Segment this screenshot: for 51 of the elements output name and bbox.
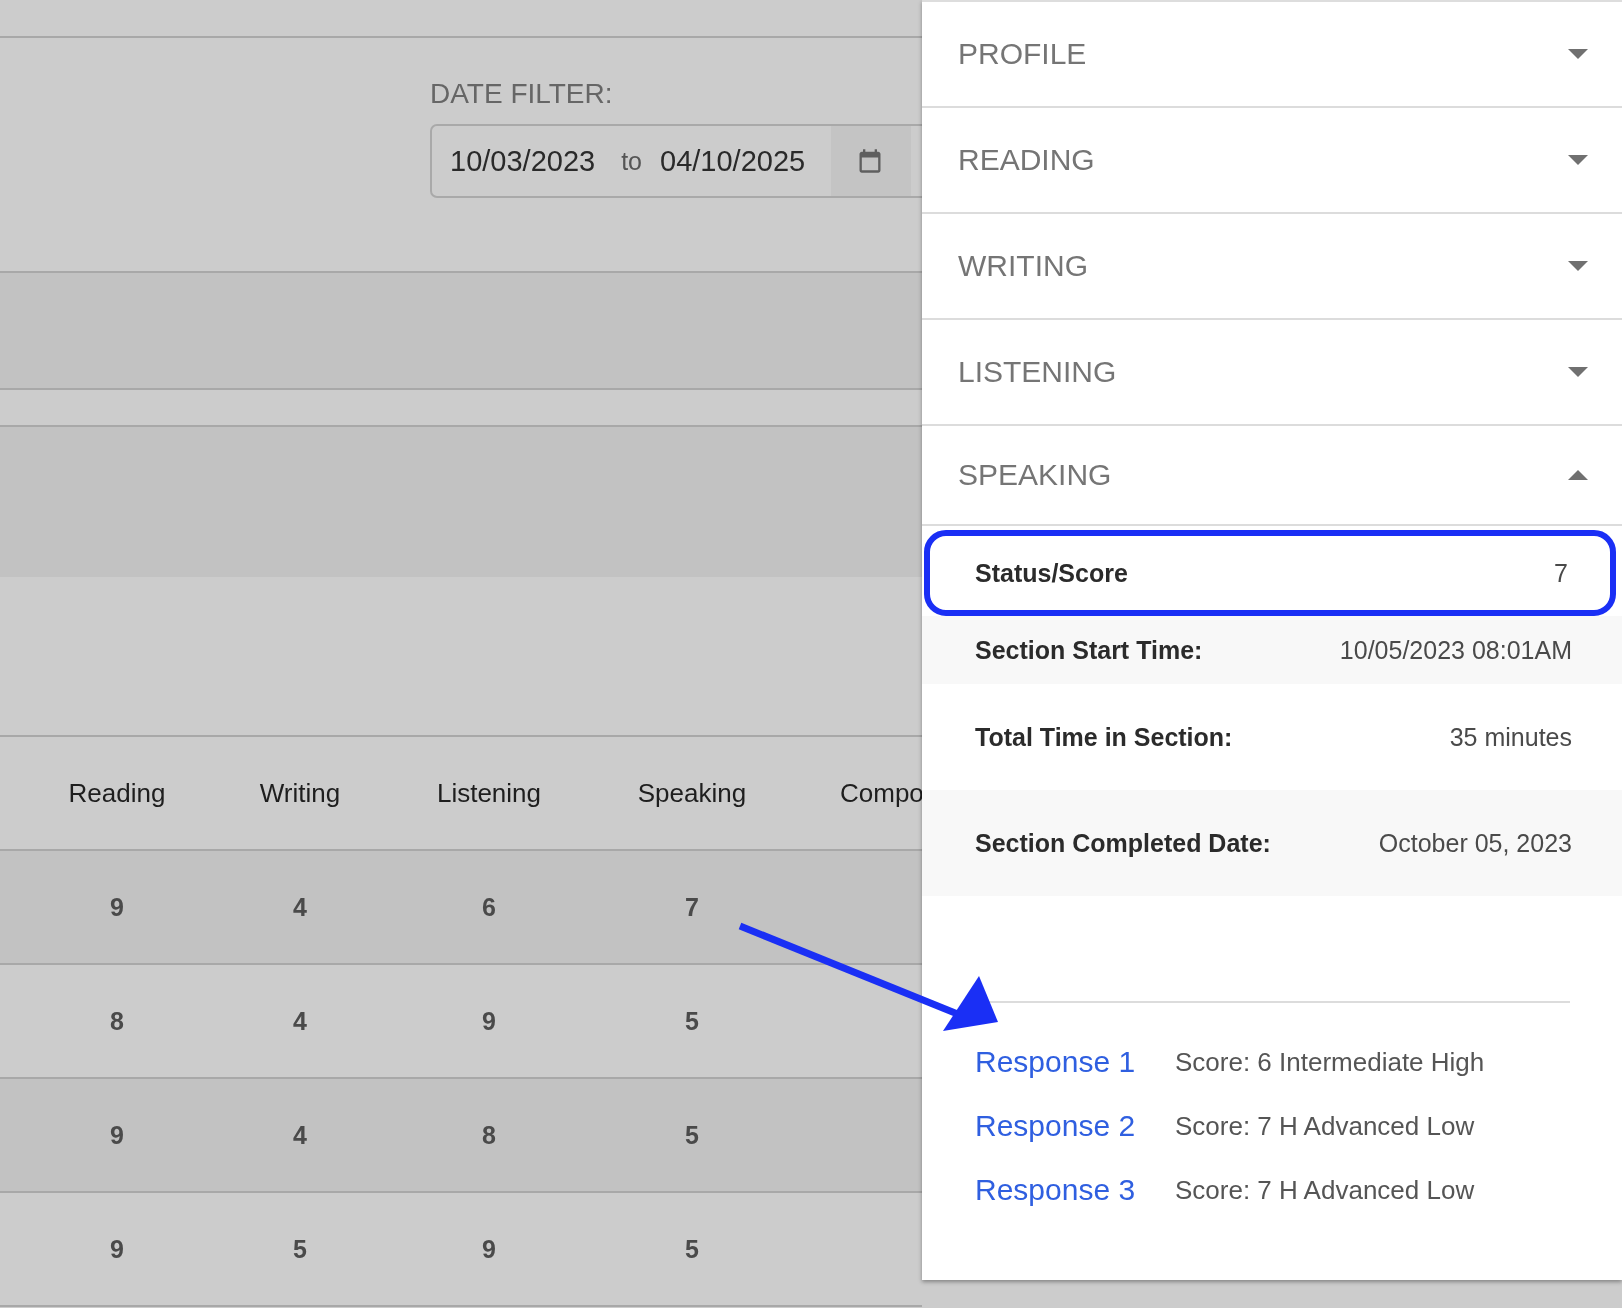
detail-value: 7 — [1554, 558, 1568, 588]
score-cell: 8 — [110, 1006, 124, 1036]
date-filter-label: DATE FILTER: — [430, 78, 614, 110]
date-range-field[interactable]: 10/03/2023 to 04/10/2025 — [430, 124, 922, 198]
column-header: Writing — [259, 777, 341, 809]
score-cell: 9 — [110, 892, 124, 922]
score-cell: 5 — [293, 1234, 307, 1264]
column-header: Compo — [840, 777, 922, 809]
end-date-value: 04/10/2025 — [659, 144, 806, 178]
detail-label: Section Completed Date: — [975, 828, 1271, 858]
detail-value: 10/05/2023 08:01AM — [1339, 635, 1572, 665]
caret-up-icon — [1568, 470, 1588, 480]
score-cell: 7 — [685, 892, 699, 922]
detail-value: October 05, 2023 — [1378, 828, 1572, 858]
detail-label: Total Time in Section: — [975, 722, 1233, 752]
score-cell: 4 — [293, 1120, 307, 1150]
score-cell: 6 — [482, 892, 496, 922]
response-score: Score: 6 Intermediate High — [1175, 1046, 1485, 1078]
score-cell: 4 — [293, 892, 307, 922]
score-cell: 9 — [110, 1120, 124, 1150]
accordion-header[interactable]: READING — [922, 108, 1622, 214]
accordion-header[interactable]: LISTENING — [922, 320, 1622, 426]
score-cell: 5 — [685, 1006, 699, 1036]
accordion-header[interactable]: PROFILE — [922, 2, 1622, 108]
start-date-value: 10/03/2023 — [449, 144, 596, 178]
column-header: Reading — [68, 777, 166, 809]
caret-down-icon — [1568, 155, 1588, 165]
detail-value: 35 minutes — [1449, 722, 1572, 752]
detail-label: Status/Score — [975, 558, 1128, 588]
calendar-button[interactable] — [831, 126, 912, 196]
response-link[interactable]: Response 2 — [975, 1109, 1175, 1143]
score-cell: 4 — [293, 1006, 307, 1036]
response-score: Score: 7 H Advanced Low — [1175, 1110, 1475, 1142]
accordion-header[interactable]: SPEAKING — [922, 426, 1622, 526]
score-cell: 8 — [482, 1120, 496, 1150]
accordion-header[interactable]: WRITING — [922, 214, 1622, 320]
detail-label: Section Start Time: — [975, 635, 1203, 665]
column-header: Listening — [436, 777, 542, 809]
caret-down-icon — [1568, 367, 1588, 377]
response-link[interactable]: Response 1 — [975, 1045, 1175, 1079]
range-separator: to — [620, 146, 642, 176]
score-cell: 9 — [110, 1234, 124, 1264]
column-header: Speaking — [637, 777, 747, 809]
score-cell: 9 — [482, 1234, 496, 1264]
caret-down-icon — [1568, 49, 1588, 59]
score-cell: 5 — [685, 1120, 699, 1150]
response-link[interactable]: Response 3 — [975, 1173, 1175, 1207]
score-cell: 5 — [685, 1234, 699, 1264]
caret-down-icon — [1568, 261, 1588, 271]
response-score: Score: 7 H Advanced Low — [1175, 1174, 1475, 1206]
score-cell: 9 — [482, 1006, 496, 1036]
